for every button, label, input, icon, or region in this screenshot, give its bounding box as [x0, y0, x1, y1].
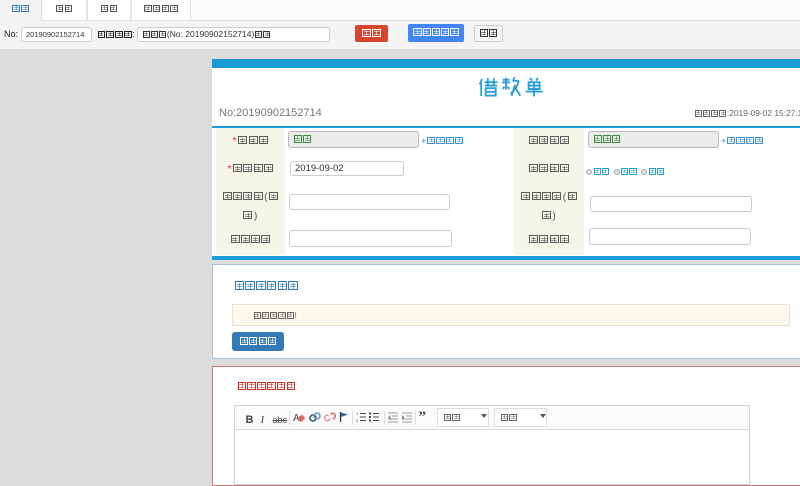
- svg-text:2: 2: [356, 418, 359, 423]
- svg-text:1: 1: [356, 411, 359, 416]
